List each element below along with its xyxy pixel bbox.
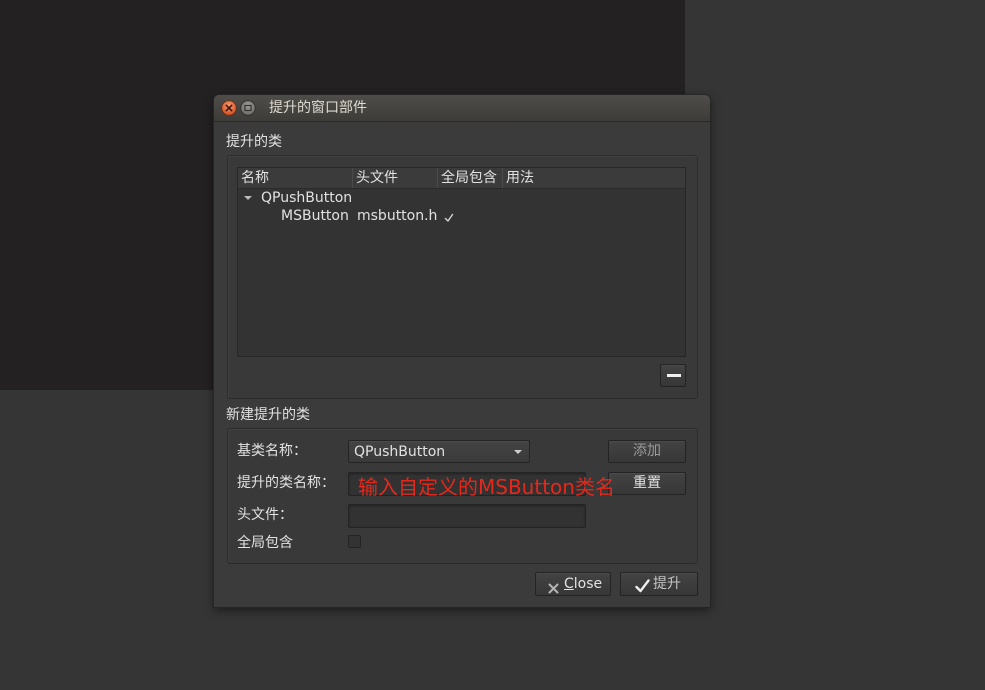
column-header-file[interactable]: 头文件 (353, 168, 438, 188)
promote-button-label: 提升 (653, 576, 681, 592)
base-class-combobox[interactable]: QPushButton (348, 440, 530, 463)
column-header-label: 全局包含 (441, 170, 497, 186)
window-title: 提升的窗口部件 (269, 100, 367, 116)
close-icon (221, 100, 237, 116)
chevron-down-icon[interactable] (244, 196, 252, 200)
column-header-label: 用法 (506, 170, 534, 186)
tree-header: 名称 头文件 全局包含 用法 (238, 168, 685, 189)
column-header-label: 名称 (241, 170, 269, 186)
remove-class-button[interactable] (660, 364, 686, 387)
header-file-input[interactable] (348, 504, 586, 528)
base-class-label: 基类名称： (237, 443, 307, 459)
reset-button[interactable]: 重置 (608, 472, 686, 495)
base-class-value: QPushButton (354, 444, 446, 460)
title-bar: 提升的窗口部件 (214, 95, 710, 122)
close-icon (548, 579, 559, 594)
tree-row[interactable]: MSButton msbutton.h (238, 207, 685, 225)
promoted-widgets-dialog: 提升的窗口部件 提升的类 名称 头文件 全局包含 用法 QPushButton … (214, 95, 710, 607)
check-icon (444, 211, 454, 222)
class-name-label: 提升的类名称： (237, 475, 335, 491)
column-header-name[interactable]: 名称 (238, 168, 353, 188)
column-header-usage[interactable]: 用法 (503, 168, 685, 188)
promoted-classes-label: 提升的类 (226, 134, 282, 150)
minus-icon (667, 374, 681, 377)
titlebar-maximize-button[interactable] (240, 100, 256, 116)
maximize-icon (240, 100, 256, 116)
titlebar-close-button[interactable] (221, 100, 237, 116)
new-promoted-class-label: 新建提升的类 (226, 407, 310, 423)
class-name-cell: MSButton (281, 208, 349, 224)
annotation-text: 输入自定义的MSButton类名 (358, 475, 615, 499)
global-include-checkbox[interactable] (348, 535, 361, 548)
tree-row-group[interactable]: QPushButton (238, 189, 685, 207)
close-button-label: Close (564, 576, 603, 592)
global-include-label: 全局包含 (237, 535, 293, 551)
dropdown-arrow-icon (514, 450, 522, 454)
close-button[interactable]: Close (535, 572, 611, 596)
header-file-label: 头文件： (237, 507, 293, 523)
add-button[interactable]: 添加 (608, 440, 686, 463)
column-header-label: 头文件 (356, 170, 398, 186)
promoted-classes-tree[interactable]: 名称 头文件 全局包含 用法 QPushButton MSButton msbu… (237, 167, 686, 357)
check-icon (635, 578, 650, 593)
promote-button[interactable]: 提升 (620, 572, 698, 596)
column-header-global-include[interactable]: 全局包含 (438, 168, 503, 188)
header-file-cell: msbutton.h (357, 208, 438, 224)
group-name: QPushButton (261, 190, 353, 206)
